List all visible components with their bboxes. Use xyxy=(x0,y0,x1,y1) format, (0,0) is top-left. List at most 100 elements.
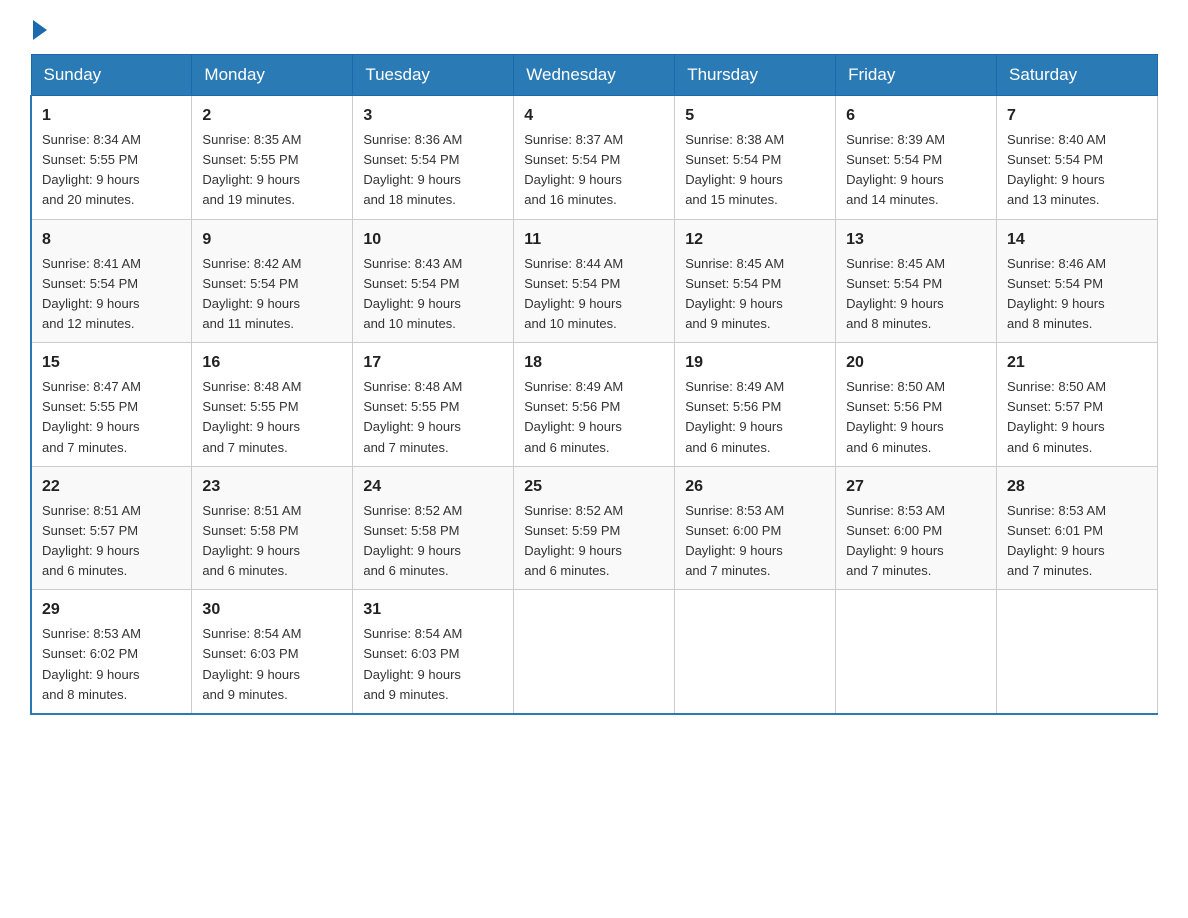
calendar-cell: 16Sunrise: 8:48 AMSunset: 5:55 PMDayligh… xyxy=(192,343,353,467)
calendar-cell: 15Sunrise: 8:47 AMSunset: 5:55 PMDayligh… xyxy=(31,343,192,467)
calendar-cell: 14Sunrise: 8:46 AMSunset: 5:54 PMDayligh… xyxy=(997,219,1158,343)
calendar-cell: 30Sunrise: 8:54 AMSunset: 6:03 PMDayligh… xyxy=(192,590,353,714)
day-info: Sunrise: 8:53 AMSunset: 6:02 PMDaylight:… xyxy=(42,624,181,705)
day-number: 4 xyxy=(524,104,664,128)
calendar-cell: 29Sunrise: 8:53 AMSunset: 6:02 PMDayligh… xyxy=(31,590,192,714)
day-number: 25 xyxy=(524,475,664,499)
day-info: Sunrise: 8:45 AMSunset: 5:54 PMDaylight:… xyxy=(846,254,986,335)
calendar-cell: 7Sunrise: 8:40 AMSunset: 5:54 PMDaylight… xyxy=(997,96,1158,220)
day-info: Sunrise: 8:44 AMSunset: 5:54 PMDaylight:… xyxy=(524,254,664,335)
calendar-cell: 25Sunrise: 8:52 AMSunset: 5:59 PMDayligh… xyxy=(514,466,675,590)
day-number: 19 xyxy=(685,351,825,375)
day-number: 14 xyxy=(1007,228,1147,252)
calendar-cell: 13Sunrise: 8:45 AMSunset: 5:54 PMDayligh… xyxy=(836,219,997,343)
calendar-cell: 12Sunrise: 8:45 AMSunset: 5:54 PMDayligh… xyxy=(675,219,836,343)
calendar-week-3: 15Sunrise: 8:47 AMSunset: 5:55 PMDayligh… xyxy=(31,343,1158,467)
day-number: 10 xyxy=(363,228,503,252)
day-number: 3 xyxy=(363,104,503,128)
header-tuesday: Tuesday xyxy=(353,55,514,96)
day-number: 24 xyxy=(363,475,503,499)
day-info: Sunrise: 8:43 AMSunset: 5:54 PMDaylight:… xyxy=(363,254,503,335)
day-number: 9 xyxy=(202,228,342,252)
calendar-cell: 5Sunrise: 8:38 AMSunset: 5:54 PMDaylight… xyxy=(675,96,836,220)
calendar-cell: 23Sunrise: 8:51 AMSunset: 5:58 PMDayligh… xyxy=(192,466,353,590)
day-number: 29 xyxy=(42,598,181,622)
day-number: 13 xyxy=(846,228,986,252)
calendar-week-2: 8Sunrise: 8:41 AMSunset: 5:54 PMDaylight… xyxy=(31,219,1158,343)
day-number: 7 xyxy=(1007,104,1147,128)
calendar-cell: 28Sunrise: 8:53 AMSunset: 6:01 PMDayligh… xyxy=(997,466,1158,590)
day-info: Sunrise: 8:48 AMSunset: 5:55 PMDaylight:… xyxy=(202,377,342,458)
day-info: Sunrise: 8:48 AMSunset: 5:55 PMDaylight:… xyxy=(363,377,503,458)
day-info: Sunrise: 8:53 AMSunset: 6:00 PMDaylight:… xyxy=(685,501,825,582)
calendar-week-5: 29Sunrise: 8:53 AMSunset: 6:02 PMDayligh… xyxy=(31,590,1158,714)
day-number: 26 xyxy=(685,475,825,499)
day-info: Sunrise: 8:54 AMSunset: 6:03 PMDaylight:… xyxy=(202,624,342,705)
day-info: Sunrise: 8:34 AMSunset: 5:55 PMDaylight:… xyxy=(42,130,181,211)
calendar-cell: 26Sunrise: 8:53 AMSunset: 6:00 PMDayligh… xyxy=(675,466,836,590)
calendar-cell: 8Sunrise: 8:41 AMSunset: 5:54 PMDaylight… xyxy=(31,219,192,343)
header-wednesday: Wednesday xyxy=(514,55,675,96)
calendar-cell: 18Sunrise: 8:49 AMSunset: 5:56 PMDayligh… xyxy=(514,343,675,467)
day-number: 5 xyxy=(685,104,825,128)
calendar-cell: 21Sunrise: 8:50 AMSunset: 5:57 PMDayligh… xyxy=(997,343,1158,467)
day-info: Sunrise: 8:38 AMSunset: 5:54 PMDaylight:… xyxy=(685,130,825,211)
calendar-cell: 10Sunrise: 8:43 AMSunset: 5:54 PMDayligh… xyxy=(353,219,514,343)
calendar-week-1: 1Sunrise: 8:34 AMSunset: 5:55 PMDaylight… xyxy=(31,96,1158,220)
calendar-cell: 31Sunrise: 8:54 AMSunset: 6:03 PMDayligh… xyxy=(353,590,514,714)
day-info: Sunrise: 8:36 AMSunset: 5:54 PMDaylight:… xyxy=(363,130,503,211)
calendar-cell xyxy=(514,590,675,714)
calendar-cell xyxy=(836,590,997,714)
day-info: Sunrise: 8:45 AMSunset: 5:54 PMDaylight:… xyxy=(685,254,825,335)
day-number: 1 xyxy=(42,104,181,128)
day-info: Sunrise: 8:52 AMSunset: 5:59 PMDaylight:… xyxy=(524,501,664,582)
day-number: 28 xyxy=(1007,475,1147,499)
day-number: 22 xyxy=(42,475,181,499)
calendar-cell: 11Sunrise: 8:44 AMSunset: 5:54 PMDayligh… xyxy=(514,219,675,343)
day-number: 31 xyxy=(363,598,503,622)
day-info: Sunrise: 8:50 AMSunset: 5:57 PMDaylight:… xyxy=(1007,377,1147,458)
day-number: 30 xyxy=(202,598,342,622)
calendar-cell: 6Sunrise: 8:39 AMSunset: 5:54 PMDaylight… xyxy=(836,96,997,220)
logo xyxy=(30,20,47,44)
calendar-cell: 1Sunrise: 8:34 AMSunset: 5:55 PMDaylight… xyxy=(31,96,192,220)
calendar-cell xyxy=(675,590,836,714)
calendar-cell: 2Sunrise: 8:35 AMSunset: 5:55 PMDaylight… xyxy=(192,96,353,220)
day-info: Sunrise: 8:39 AMSunset: 5:54 PMDaylight:… xyxy=(846,130,986,211)
calendar-cell xyxy=(997,590,1158,714)
day-info: Sunrise: 8:54 AMSunset: 6:03 PMDaylight:… xyxy=(363,624,503,705)
header-saturday: Saturday xyxy=(997,55,1158,96)
page-header xyxy=(30,20,1158,44)
calendar-cell: 19Sunrise: 8:49 AMSunset: 5:56 PMDayligh… xyxy=(675,343,836,467)
day-number: 12 xyxy=(685,228,825,252)
calendar-cell: 24Sunrise: 8:52 AMSunset: 5:58 PMDayligh… xyxy=(353,466,514,590)
header-friday: Friday xyxy=(836,55,997,96)
day-info: Sunrise: 8:49 AMSunset: 5:56 PMDaylight:… xyxy=(685,377,825,458)
calendar-table: SundayMondayTuesdayWednesdayThursdayFrid… xyxy=(30,54,1158,715)
day-info: Sunrise: 8:41 AMSunset: 5:54 PMDaylight:… xyxy=(42,254,181,335)
day-number: 20 xyxy=(846,351,986,375)
header-sunday: Sunday xyxy=(31,55,192,96)
day-info: Sunrise: 8:53 AMSunset: 6:01 PMDaylight:… xyxy=(1007,501,1147,582)
day-info: Sunrise: 8:37 AMSunset: 5:54 PMDaylight:… xyxy=(524,130,664,211)
day-info: Sunrise: 8:40 AMSunset: 5:54 PMDaylight:… xyxy=(1007,130,1147,211)
day-number: 18 xyxy=(524,351,664,375)
day-number: 23 xyxy=(202,475,342,499)
day-info: Sunrise: 8:51 AMSunset: 5:57 PMDaylight:… xyxy=(42,501,181,582)
day-info: Sunrise: 8:52 AMSunset: 5:58 PMDaylight:… xyxy=(363,501,503,582)
day-number: 6 xyxy=(846,104,986,128)
calendar-cell: 27Sunrise: 8:53 AMSunset: 6:00 PMDayligh… xyxy=(836,466,997,590)
calendar-cell: 9Sunrise: 8:42 AMSunset: 5:54 PMDaylight… xyxy=(192,219,353,343)
day-info: Sunrise: 8:46 AMSunset: 5:54 PMDaylight:… xyxy=(1007,254,1147,335)
day-info: Sunrise: 8:47 AMSunset: 5:55 PMDaylight:… xyxy=(42,377,181,458)
day-number: 16 xyxy=(202,351,342,375)
day-info: Sunrise: 8:53 AMSunset: 6:00 PMDaylight:… xyxy=(846,501,986,582)
calendar-cell: 20Sunrise: 8:50 AMSunset: 5:56 PMDayligh… xyxy=(836,343,997,467)
day-info: Sunrise: 8:35 AMSunset: 5:55 PMDaylight:… xyxy=(202,130,342,211)
logo-arrow-icon xyxy=(33,20,47,40)
calendar-cell: 22Sunrise: 8:51 AMSunset: 5:57 PMDayligh… xyxy=(31,466,192,590)
header-monday: Monday xyxy=(192,55,353,96)
day-info: Sunrise: 8:50 AMSunset: 5:56 PMDaylight:… xyxy=(846,377,986,458)
calendar-cell: 17Sunrise: 8:48 AMSunset: 5:55 PMDayligh… xyxy=(353,343,514,467)
calendar-cell: 3Sunrise: 8:36 AMSunset: 5:54 PMDaylight… xyxy=(353,96,514,220)
